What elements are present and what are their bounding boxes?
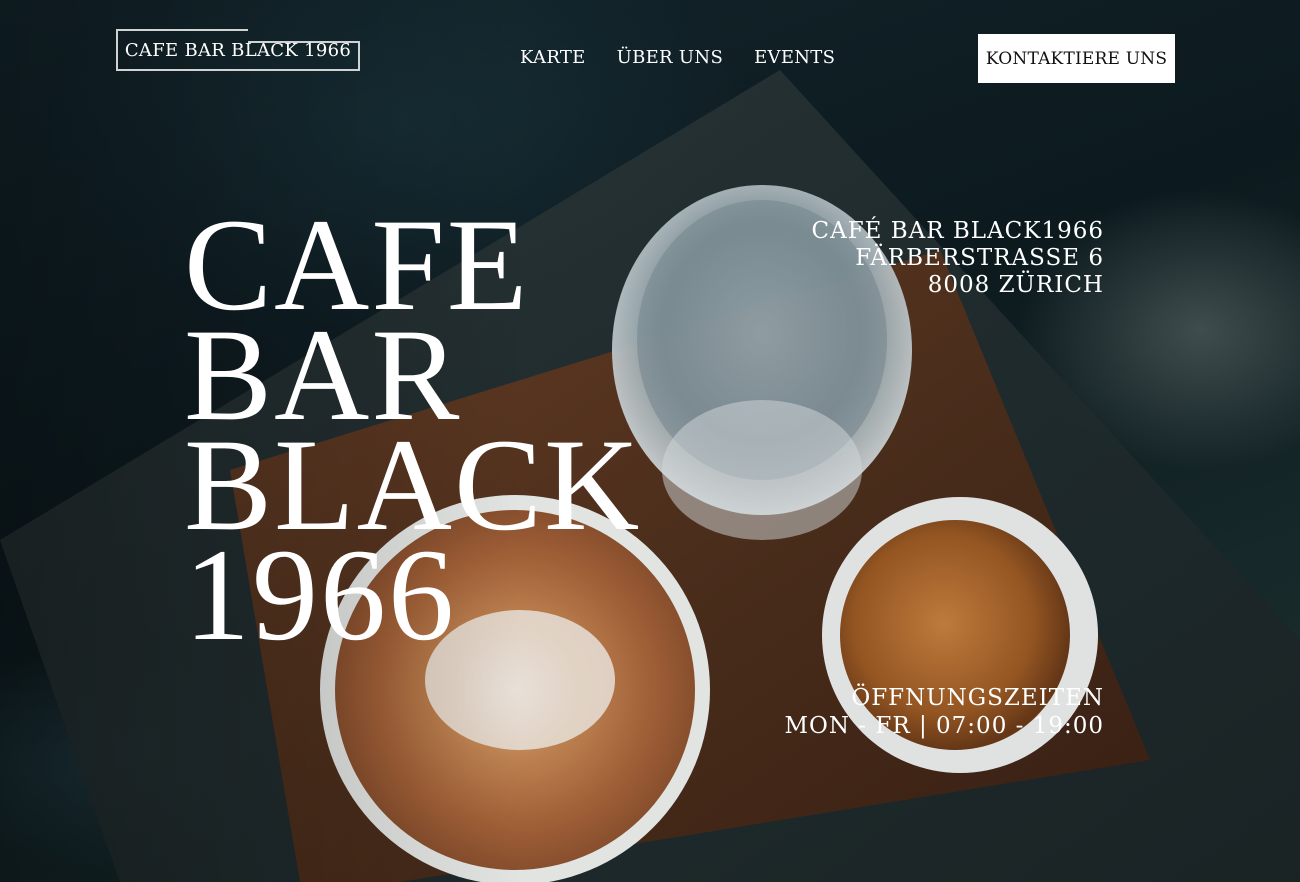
contact-button[interactable]: KONTAKTIERE UNS (978, 34, 1175, 83)
nav-ueber-uns[interactable]: ÜBER UNS (617, 47, 723, 68)
logo-link[interactable]: CAFE BAR BLACK 1966 (116, 29, 360, 71)
hero-section: CAFE BAR BLACK 1966 KARTE ÜBER UNS EVENT… (0, 0, 1300, 882)
address-line: 8008 ZÜRICH (927, 272, 1104, 298)
opening-hours: ÖFFNUNGSZEITEN MON - FR | 07:00 - 19:00 (784, 684, 1104, 740)
hours-title: ÖFFNUNGSZEITEN (851, 685, 1104, 711)
address-line: CAFÉ BAR BLACK1966 (811, 218, 1104, 244)
nav-karte[interactable]: KARTE (520, 47, 586, 68)
main-nav: KARTE ÜBER UNS EVENTS (520, 47, 835, 68)
hero-title: CAFE BAR BLACK 1966 (184, 199, 641, 661)
logo-text: CAFE BAR BLACK 1966 (124, 39, 352, 61)
nav-events[interactable]: EVENTS (754, 47, 835, 68)
address-line: FÄRBERSTRASSE 6 (855, 245, 1104, 271)
hours-value: MON - FR | 07:00 - 19:00 (784, 713, 1104, 739)
address-block: CAFÉ BAR BLACK1966 FÄRBERSTRASSE 6 8008 … (811, 218, 1104, 299)
